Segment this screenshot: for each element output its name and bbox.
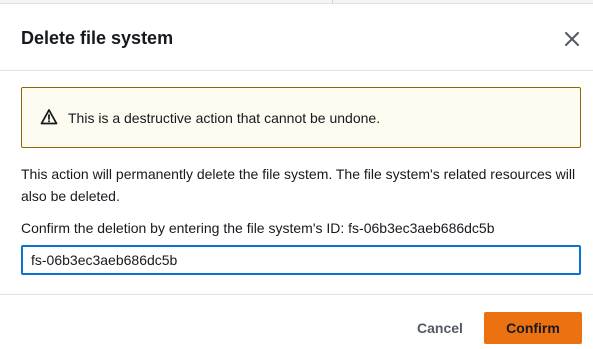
dialog-title: Delete file system xyxy=(21,28,174,48)
warning-text: This is a destructive action that cannot… xyxy=(68,110,381,126)
close-button[interactable] xyxy=(559,26,585,52)
close-icon xyxy=(565,32,579,46)
confirm-button[interactable]: Confirm xyxy=(484,312,582,344)
warning-triangle-icon xyxy=(40,109,58,125)
page: Delete file system This is a destructive… xyxy=(0,0,593,349)
warning-alert: This is a destructive action that cannot… xyxy=(21,87,581,148)
dialog-footer: Cancel Confirm xyxy=(0,294,593,349)
dialog-description: This action will permanently delete the … xyxy=(21,166,576,204)
dialog-header: Delete file system xyxy=(0,4,593,71)
delete-file-system-dialog: Delete file system This is a destructive… xyxy=(0,4,593,349)
cancel-button[interactable]: Cancel xyxy=(405,312,475,344)
file-system-id-input[interactable] xyxy=(21,245,581,275)
confirm-label: Confirm the deletion by entering the fil… xyxy=(21,220,495,236)
